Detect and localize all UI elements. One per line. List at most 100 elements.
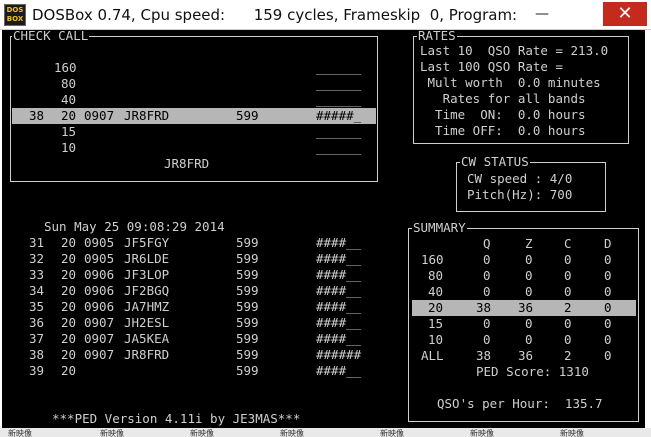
summary-d: 0 [604,300,612,315]
dos-screen[interactable]: CHECK CALL 160 ______ 80 ______ 40 _____… [2,30,645,428]
ped-score: PED Score: 1310 [476,364,589,379]
log-row: 34 [29,283,45,298]
log-row-mark: ####__ [316,251,362,266]
taskbar-item[interactable]: 新映像 [280,428,304,437]
taskbar-item[interactable]: 新映像 [560,428,584,437]
summary-c: 0 [564,252,572,267]
check-row-mark: ______ [316,76,362,91]
log-row-rst: 599 [236,299,259,314]
current-call-input[interactable]: JR8FRD [164,156,209,172]
log-row: 32 [29,251,45,266]
summary-c: 2 [564,348,572,363]
summary-q: 38 [476,348,492,363]
log-row-mark: ###### [316,347,362,362]
window-title: DOSBox 0.74, Cpu speed: 159 cycles, Fram… [32,6,518,24]
log-row-time: 0907 [84,331,115,346]
log-row-band: 20 [61,283,77,298]
summary-z: 36 [518,300,534,315]
log-row-call: JA5KEA [124,331,170,346]
log-row-rst: 599 [236,363,259,378]
cw-speed: CW speed : 4/0 [467,171,573,186]
summary-band: 10 [428,332,444,347]
log-row-call: JH2ESL [124,315,170,330]
taskbar-item[interactable]: 新映像 [470,428,494,437]
taskbar-strip: 新映像 新映像 新映像 新映像 新映像 新映像 新映像 [0,428,651,437]
rates-time-off: Time OFF: 0.0 hours [420,123,586,138]
taskbar-item[interactable]: 新映像 [100,428,124,437]
minimize-button[interactable]: — [528,2,556,26]
summary-z: 36 [518,348,534,363]
log-row-rst: 599 [236,235,259,250]
summary-band: 80 [428,268,444,283]
log-row-mark: ####__ [316,283,362,298]
summary-q: 0 [483,284,491,299]
check-row-band: 20 [61,108,77,123]
summary-header-q: Q [483,236,491,251]
log-row-time: 0906 [84,299,115,314]
summary-d: 0 [604,348,612,363]
log-row-call: JA7HMZ [124,299,170,314]
log-row-band: 20 [61,347,77,362]
log-row: 36 [29,315,45,330]
log-row-mark: ####__ [316,331,362,346]
check-row-rst: 599 [236,108,259,123]
log-datetime: Sun May 25 09:08:29 2014 [44,219,225,234]
log-row-mark: ####__ [316,315,362,330]
summary-d: 0 [604,316,612,331]
check-row-band: 80 [61,76,77,91]
log-row-mark: ####__ [316,299,362,314]
log-row-time: 0906 [84,267,115,282]
check-row-mark: ______ [316,124,362,139]
cw-pitch: Pitch(Hz): 700 [467,187,573,202]
summary-d: 0 [604,268,612,283]
log-row-band: 20 [61,251,77,266]
check-row-num: 38 [29,108,45,123]
summary-band: ALL [421,348,444,363]
log-row-rst: 599 [236,251,259,266]
log-row-band: 20 [61,331,77,346]
summary-c: 0 [564,332,572,347]
summary-q: 0 [483,316,491,331]
summary-c: 0 [564,316,572,331]
log-row-time: 0905 [84,251,115,266]
rates-all-bands: Rates for all bands [420,91,586,106]
check-call-title: CHECK CALL [12,30,90,44]
check-row-band: 15 [61,124,77,139]
summary-q: 38 [476,300,492,315]
log-row: 37 [29,331,45,346]
taskbar-item[interactable]: 新映像 [380,428,404,437]
rates-time-on: Time ON: 0.0 hours [420,107,586,122]
version-banner: ***PED Version 4.11i by JE3MAS*** [52,411,301,426]
summary-q: 0 [483,268,491,283]
summary-z: 0 [525,332,533,347]
log-row-band: 20 [61,315,77,330]
log-row: 31 [29,235,45,250]
log-row-entry[interactable]: 39 [29,363,44,379]
summary-c: 0 [564,284,572,299]
summary-d: 0 [604,332,612,347]
log-row-band: 20 [61,363,77,378]
summary-q: 0 [483,332,491,347]
taskbar-item[interactable]: 新映像 [8,428,32,437]
close-button[interactable]: ✕ [603,2,647,26]
rates-mult-worth: Mult worth 0.0 minutes [420,75,601,90]
check-row-band: 10 [61,140,77,155]
summary-c: 2 [564,300,572,315]
taskbar-item[interactable]: 新映像 [190,428,214,437]
check-row-band: 40 [61,92,77,107]
log-row-call: JF5FGY [124,235,170,250]
log-row-call: JF2BGQ [124,283,170,298]
log-row-time: 0905 [84,235,115,250]
summary-z: 0 [525,252,533,267]
log-row: 33 [29,267,45,282]
dosbox-app-icon[interactable]: DOS BOX [4,4,26,26]
check-row-time: 0907 [84,108,115,123]
log-row-time: 0906 [84,283,115,298]
summary-band: 160 [421,252,444,267]
log-row-call: JF3LOP [124,267,170,282]
window-titlebar[interactable]: DOS BOX DOSBox 0.74, Cpu speed: 159 cycl… [0,0,651,30]
summary-d: 0 [604,284,612,299]
rates-title: RATES [417,30,457,44]
log-row-call: JR6LDE [124,251,170,266]
check-row-mark: ______ [316,140,362,155]
